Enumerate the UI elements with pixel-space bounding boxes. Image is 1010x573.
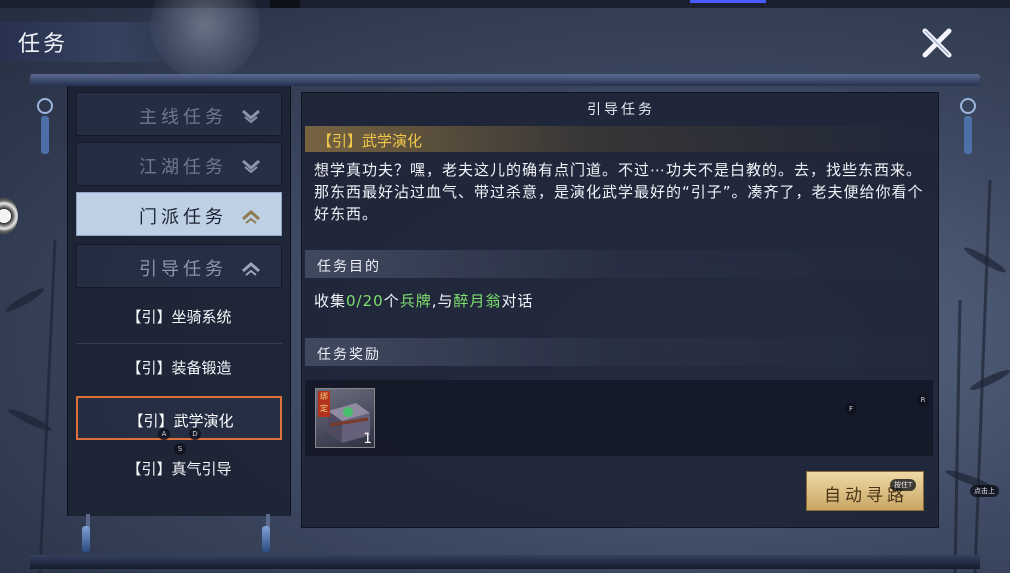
chevron-up-icon xyxy=(242,262,260,276)
auto-pathfind-button[interactable]: 自动寻路 xyxy=(806,471,924,511)
quest-item-label: 【引】装备锻造 xyxy=(126,359,232,377)
category-label: 门派任务 xyxy=(139,207,227,228)
right-ornament xyxy=(955,98,981,158)
quest-item-mount[interactable]: 【引】坐骑系统 xyxy=(76,294,282,338)
quest-item-forge[interactable]: 【引】装备锻造 xyxy=(76,345,282,389)
quest-name: 【引】武学演化 xyxy=(317,132,423,150)
window-title: 任务 xyxy=(18,32,69,57)
objective-prefix: 收集 xyxy=(314,292,347,310)
scroll-rod-bottom xyxy=(30,555,980,569)
objective-header-label: 任务目的 xyxy=(317,259,381,275)
reward-header-label: 任务奖励 xyxy=(317,347,381,363)
reward-header: 任务奖励 xyxy=(305,338,937,366)
quest-title-bar: 【引】武学演化 xyxy=(305,126,937,152)
close-icon xyxy=(922,28,952,58)
hotkey-a: A xyxy=(158,428,170,440)
category-guide-quest[interactable]: 引导任务 xyxy=(76,244,282,288)
category-sect-quest[interactable]: 门派任务 xyxy=(76,192,282,236)
hotkey-f: F xyxy=(845,403,857,415)
right-hint: 点击上 xyxy=(970,485,999,497)
hotkey-s: S xyxy=(174,443,186,455)
objective-npc-link[interactable]: 醉月翁 xyxy=(454,292,502,310)
chevron-up-icon xyxy=(242,210,260,224)
hotkey-d: D xyxy=(189,428,201,440)
left-ornament xyxy=(32,98,58,158)
scroll-rod-top xyxy=(30,74,980,86)
quest-item-label: 【引】武学演化 xyxy=(128,412,234,430)
reward-item-slot[interactable]: 绑定 1 xyxy=(315,388,375,448)
knot-icon xyxy=(960,98,976,154)
category-label: 引导任务 xyxy=(139,259,227,280)
quest-category-panel: 主线任务 江湖任务 门派任务 引导任务 【引】坐骑系统 【引】装备锻造 【引】武 xyxy=(67,86,291,516)
objective-progress: 0/20 xyxy=(346,292,384,310)
chevron-down-icon xyxy=(242,109,260,124)
quest-item-martial-evolution[interactable]: 【引】武学演化 xyxy=(76,396,282,440)
objective-item-link[interactable]: 兵牌 xyxy=(400,292,432,310)
quest-item-label: 【引】真气引导 xyxy=(126,460,232,478)
quest-item-label: 【引】坐骑系统 xyxy=(126,308,232,326)
objective-text: 对话 xyxy=(501,292,534,310)
quest-description: 想学真功夫？嘿，老夫这儿的确有点门道。不过⋯功夫不是白教的。去，找些东西来。那东… xyxy=(314,161,924,223)
reward-quantity: 1 xyxy=(363,431,372,447)
hotkey-r: R xyxy=(917,394,929,406)
knot-icon xyxy=(37,98,53,154)
tassel-decoration xyxy=(262,526,270,552)
quest-objective: 收集0/20个兵牌,与醉月翁对话 xyxy=(314,290,534,311)
panel-title: 引导任务 xyxy=(587,102,655,118)
category-jianghu-quest[interactable]: 江湖任务 xyxy=(76,142,282,186)
reward-area: 绑定 1 F R xyxy=(305,380,933,456)
objective-text: 个 xyxy=(383,292,400,310)
objective-text: ,与 xyxy=(431,292,454,310)
bind-tag: 绑定 xyxy=(318,391,330,417)
category-label: 江湖任务 xyxy=(139,157,227,178)
close-button[interactable] xyxy=(918,24,956,62)
auto-hint: 按住T xyxy=(890,479,917,491)
category-main-quest[interactable]: 主线任务 xyxy=(76,92,282,136)
chevron-down-icon xyxy=(242,159,260,174)
divider xyxy=(76,343,282,344)
objective-header: 任务目的 xyxy=(305,250,937,278)
quest-detail-panel: 引导任务 【引】武学演化 想学真功夫？嘿，老夫这儿的确有点门道。不过⋯功夫不是白… xyxy=(301,92,939,528)
tassel-decoration xyxy=(82,526,90,552)
category-label: 主线任务 xyxy=(139,107,227,128)
